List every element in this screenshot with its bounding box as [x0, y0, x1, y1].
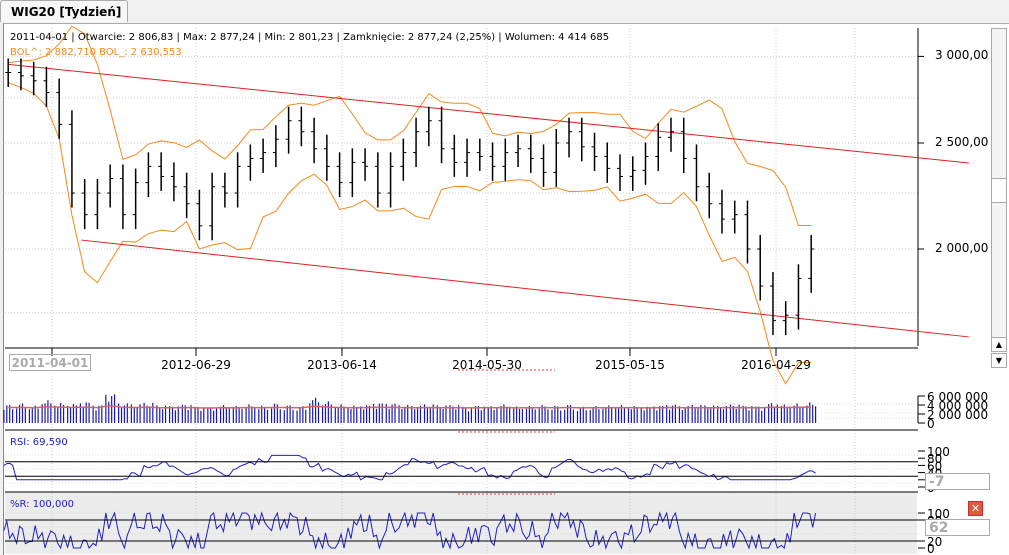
wr-value-input[interactable]: 62: [925, 519, 990, 536]
bollinger-lower-line: [8, 81, 812, 385]
rsi-value-input[interactable]: -7: [925, 473, 990, 490]
trendline: [81, 239, 969, 338]
y-tick-label: 2 500,00: [935, 135, 989, 149]
x-tick-label: 2012-06-29: [161, 358, 231, 372]
volume-tick-label: 0: [927, 417, 935, 431]
wr-label: %R: 100,000: [10, 499, 75, 510]
trendline: [8, 63, 969, 164]
ohlc-info-line: 2011-04-01 | Otwarcie: 2 806,83 | Max: 2…: [10, 32, 610, 43]
selected-date-box: 2011-04-01: [9, 354, 91, 371]
y-tick-label: 3 000,00: [935, 48, 989, 63]
x-tick-label: 2013-06-14: [307, 358, 377, 372]
close-indicator-button[interactable]: ✕: [968, 501, 983, 516]
wr-tick-label: 0: [927, 542, 935, 554]
volume-average-line: [8, 404, 812, 409]
x-tick-label: 2016-04-29: [741, 358, 811, 372]
scrollbar-thumb[interactable]: [991, 178, 1007, 203]
chart-canvas[interactable]: 6 000 0004 000 0002 000 0000100806040200…: [0, 0, 1009, 554]
x-tick-label: 2015-05-15: [595, 358, 665, 372]
y-tick-label: 2 000,00: [935, 241, 989, 255]
x-tick-label: 2014-05-30: [452, 358, 522, 372]
wr-pane-bg: [5, 492, 917, 554]
scroll-down-button[interactable]: ▼: [991, 353, 1007, 368]
bollinger-legend: BOL^: 2 882,710 BOL_: 2 630,553: [10, 47, 182, 58]
scroll-up-button[interactable]: ▲: [991, 337, 1007, 352]
volume-tick-label: 2 000 000: [927, 408, 988, 422]
rsi-label: RSI: 69,590: [10, 437, 68, 448]
